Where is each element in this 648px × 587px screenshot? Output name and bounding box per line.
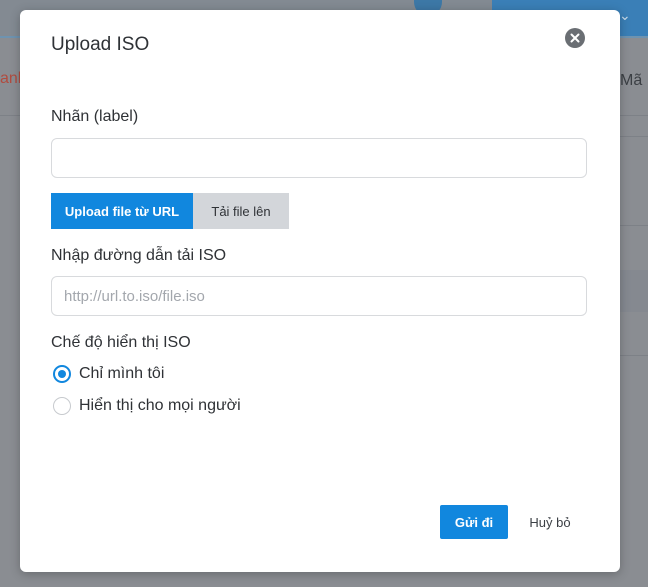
radio-label: Hiển thị cho mọi người: [79, 397, 241, 414]
visibility-option-only-me[interactable]: Chỉ mình tôi: [53, 365, 164, 383]
close-button[interactable]: [565, 28, 585, 48]
background-row-divider: [620, 355, 648, 356]
tab-upload-file[interactable]: Tải file lên: [193, 193, 289, 229]
close-circle-icon: [570, 33, 580, 43]
url-field-label: Nhập đường dẫn tải ISO: [51, 247, 227, 264]
radio-label: Chỉ mình tôi: [79, 365, 165, 382]
radio-unchecked-icon[interactable]: [53, 397, 71, 415]
background-row-divider: [620, 225, 648, 226]
cancel-button[interactable]: Huỷ bỏ: [516, 505, 584, 539]
background-nav-text: Mã: [620, 72, 643, 89]
radio-checked-icon[interactable]: [53, 365, 71, 383]
tab-upload-from-url[interactable]: Upload file từ URL: [51, 193, 193, 229]
visibility-option-everyone[interactable]: Hiển thị cho mọi người: [53, 397, 241, 415]
iso-url-input[interactable]: [51, 276, 587, 316]
background-nav-text: anh: [0, 70, 20, 87]
label-field-label: Nhãn (label): [51, 108, 139, 125]
background-row-divider: [620, 136, 648, 137]
dialog-title: Upload ISO: [51, 34, 150, 55]
label-input[interactable]: [51, 138, 587, 178]
visibility-label: Chế độ hiển thị ISO: [51, 334, 191, 351]
chevron-down-icon: ⌄: [619, 7, 631, 23]
background-table-row: [620, 270, 648, 312]
upload-iso-dialog: Upload ISO Nhãn (label) Upload file từ U…: [20, 10, 620, 572]
submit-button[interactable]: Gửi đi: [440, 505, 508, 539]
